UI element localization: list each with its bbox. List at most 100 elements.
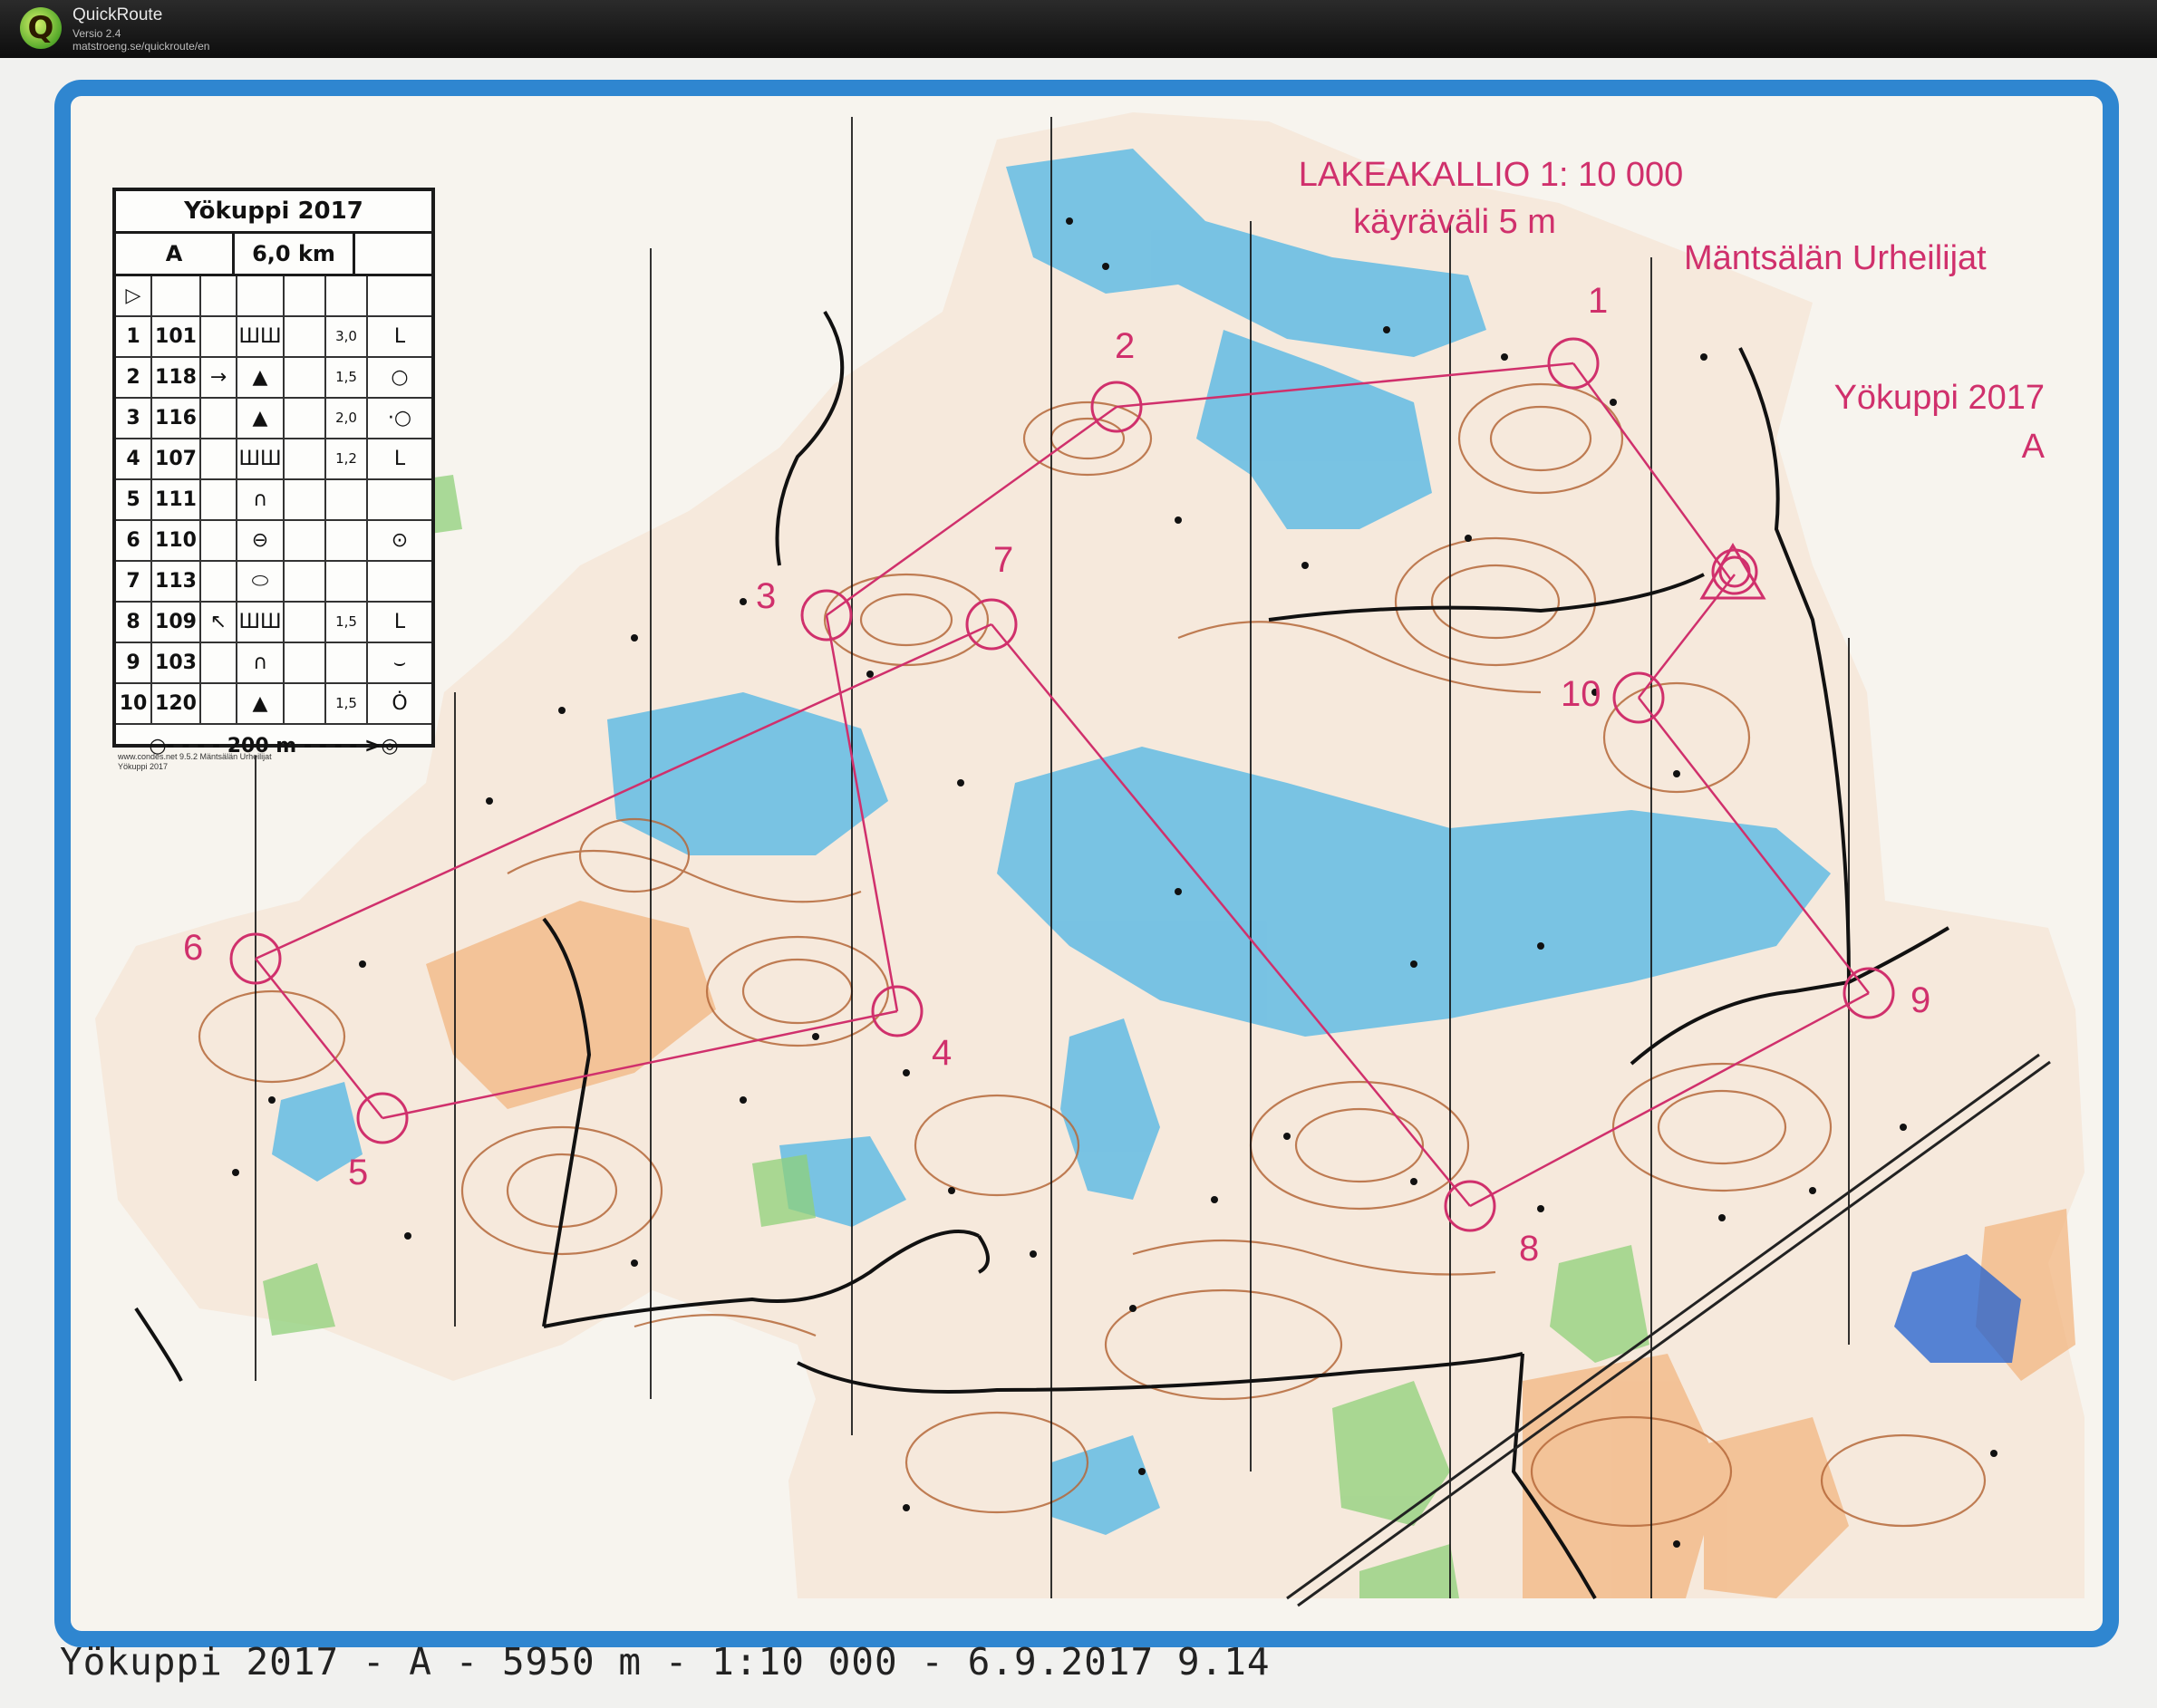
legend-control-number: 2 [116,358,152,397]
legend-control-row: 10 120 ▲ 1,5 Ȯ [116,684,431,725]
legend-feature-icon: ▲ [237,358,285,397]
legend-dimensions [326,643,368,682]
legend-direction [201,317,237,356]
control-label-3: 3 [756,576,777,616]
map-viewport[interactable]: Yökuppi 2017 A 6,0 km ▷ 1 101 ШШ 3,0 L 2 118 → ▲… [0,58,2157,1708]
legend-dimensions [326,480,368,519]
route-summary-caption: Yökuppi 2017 - A - 5950 m - 1:10 000 - 6… [60,1640,1271,1684]
legend-control-number: 10 [116,684,152,723]
legend-direction [201,439,237,478]
legend-appearance [285,439,326,478]
legend-dimensions [326,562,368,601]
legend-control-number: 7 [116,562,152,601]
legend-control-row: 4 107 ШШ 1,2 L [116,439,431,480]
legend-direction [201,643,237,682]
app-version: Versio 2.4 [73,27,121,40]
legend-location-icon: ○ [391,366,409,389]
legend-appearance [285,643,326,682]
legend-course-header: A 6,0 km [116,234,431,276]
legend-dimensions [326,521,368,560]
legend-feature-icon: ⊖ [237,521,285,560]
legend-control-number: 9 [116,643,152,682]
legend-control-code: 116 [152,399,201,438]
contour-interval: käyräväli 5 m [1353,203,1556,241]
legend-location-icon: ⊙ [391,529,409,552]
legend-location-icon: L [393,448,406,470]
legend-direction: → [201,358,237,397]
quickroute-logo-icon: Q [20,7,62,49]
credit-line-2: Yökuppi 2017 [118,762,169,771]
legend-control-row: 9 103 ∩ ⌣ [116,643,431,684]
legend-control-number: 1 [116,317,152,356]
legend-dimensions: 1,5 [326,684,368,723]
window-titlebar: Q QuickRoute Versio 2.4 matstroeng.se/qu… [0,0,2157,58]
legend-control-number: 8 [116,603,152,642]
legend-appearance [285,684,326,723]
legend-control-number: 6 [116,521,152,560]
legend-control-row: 2 118 → ▲ 1,5 ○ [116,358,431,399]
legend-location-icon: ·○ [387,407,412,429]
legend-location-icon: L [393,325,406,348]
legend-appearance [285,317,326,356]
event-name: Yökuppi 2017 [1833,379,2045,417]
legend-location-icon: L [393,611,406,633]
control-label-6: 6 [183,928,204,968]
legend-control-number: 3 [116,399,152,438]
legend-dimensions: 2,0 [326,399,368,438]
legend-dimensions: 1,5 [326,358,368,397]
legend-direction: ↖ [201,603,237,642]
control-label-5: 5 [348,1153,369,1192]
legend-event-title: Yökuppi 2017 [116,191,431,234]
legend-appearance [285,603,326,642]
legend-location-icon: ⌣ [392,651,407,674]
legend-control-number: 4 [116,439,152,478]
legend-control-row: 3 116 ▲ 2,0 ·○ [116,399,431,439]
legend-dimensions: 1,2 [326,439,368,478]
course-letter: A [2021,428,2045,466]
legend-control-code: 103 [152,643,201,682]
legend-dimensions: 3,0 [326,317,368,356]
legend-control-row: 8 109 ↖ ШШ 1,5 L [116,603,431,643]
map-name-scale: LAKEAKALLIO 1: 10 000 [1298,156,1684,194]
app-title: QuickRoute [73,5,163,24]
control-label-8: 8 [1519,1229,1540,1269]
control-description-sheet: Yökuppi 2017 A 6,0 km ▷ 1 101 ШШ 3,0 L 2 118 → ▲… [112,188,435,758]
app-url[interactable]: matstroeng.se/quickroute/en [73,40,209,53]
legend-control-code: 111 [152,480,201,519]
legend-appearance [285,562,326,601]
credit-line-1: www.condes.net 9.5.2 Mäntsälän Urheilija… [118,752,272,761]
legend-course-length: 6,0 km [235,234,355,274]
legend-appearance [285,358,326,397]
legend-control-row: 6 110 ⊖ ⊙ [116,521,431,562]
control-label-7: 7 [993,540,1014,580]
legend-control-number: 5 [116,480,152,519]
legend-feature-icon: ▲ [237,684,285,723]
legend-direction [201,480,237,519]
legend-location-icon: Ȯ [392,692,408,715]
legend-course-name: A [116,234,235,274]
legend-feature-icon: ШШ [237,317,285,356]
legend-control-row: 5 111 ∩ [116,480,431,521]
control-label-2: 2 [1115,326,1136,366]
legend-feature-icon: ШШ [237,439,285,478]
legend-start-row: ▷ [116,276,431,317]
control-label-9: 9 [1910,980,1931,1020]
legend-direction [201,521,237,560]
legend-control-code: 101 [152,317,201,356]
legend-feature-icon: ∩ [237,480,285,519]
legend-feature-icon: ⬭ [237,562,285,601]
legend-control-row: 7 113 ⬭ [116,562,431,603]
legend-control-code: 118 [152,358,201,397]
legend-feature-icon: ∩ [237,643,285,682]
legend-dimensions: 1,5 [326,603,368,642]
legend-control-code: 107 [152,439,201,478]
legend-credit: www.condes.net 9.5.2 Mäntsälän Urheilija… [118,752,272,772]
control-label-1: 1 [1588,281,1609,321]
legend-feature-icon: ШШ [237,603,285,642]
legend-appearance [285,521,326,560]
control-label-10: 10 [1561,674,1601,714]
start-triangle-icon: ▷ [116,276,152,315]
legend-control-code: 120 [152,684,201,723]
legend-location-icon [368,562,431,601]
legend-direction [201,399,237,438]
